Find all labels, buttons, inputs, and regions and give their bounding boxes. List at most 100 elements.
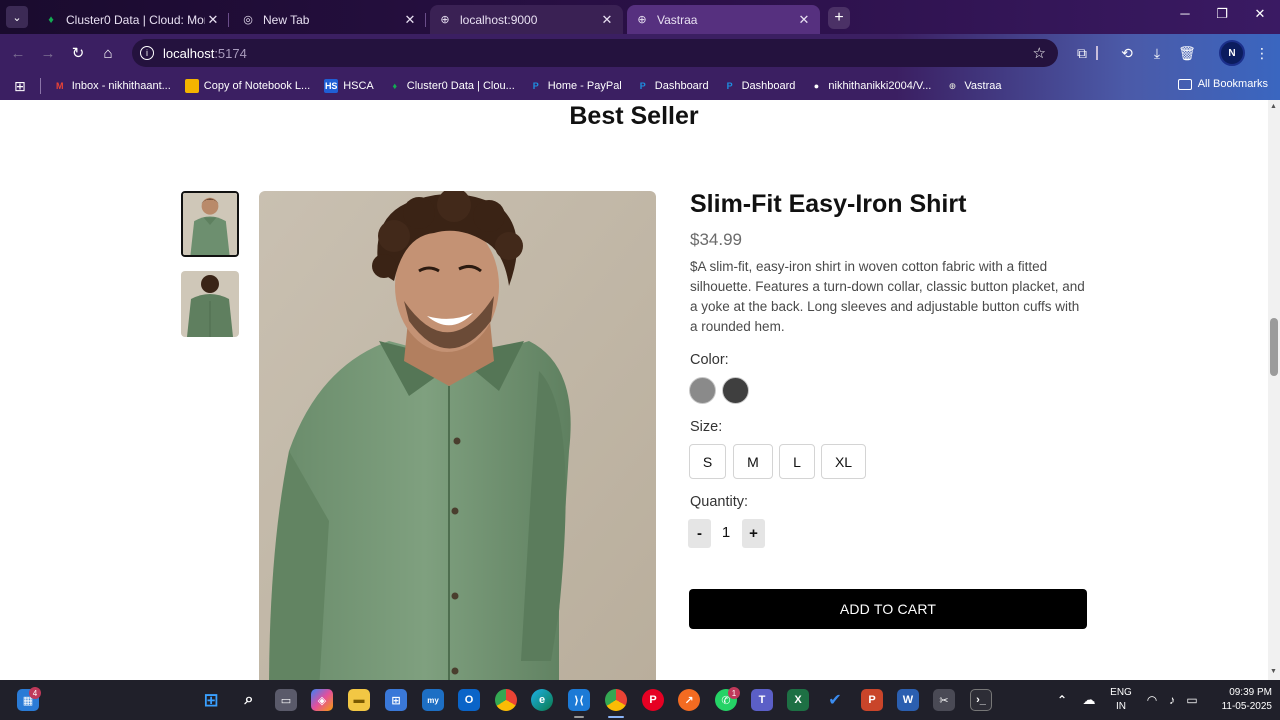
language-code: ENG <box>1110 687 1132 698</box>
paypal-icon: P <box>532 81 539 91</box>
tab-vastraa[interactable]: ⊕ Vastraa ✕ <box>627 5 820 34</box>
chrome-icon[interactable] <box>495 689 517 711</box>
outlook-icon[interactable]: O <box>458 689 480 711</box>
trash-icon[interactable]: 🗑 <box>1177 43 1197 63</box>
history-icon[interactable]: ⟲ <box>1117 43 1137 63</box>
mysql-icon[interactable]: my <box>422 689 444 711</box>
browser-toolbar: ← → ↻ ⌂ i localhost:5174 ☆ ⧉ ⟲ ⤓ 🗑 ⋮ <box>0 34 1280 72</box>
profile-avatar[interactable]: N <box>1219 40 1245 66</box>
tab-new-tab[interactable]: ◎ New Tab ✕ <box>233 5 426 34</box>
all-bookmarks-label: All Bookmarks <box>1197 78 1268 90</box>
product-name: Slim-Fit Easy-Iron Shirt <box>690 190 967 218</box>
quantity-decrease-button[interactable]: - <box>688 519 711 548</box>
forward-icon[interactable]: → <box>38 43 58 63</box>
toolbar-divider <box>1096 46 1098 60</box>
bookmark-vastraa[interactable]: ⊕ Vastraa <box>945 79 1002 93</box>
color-swatch-charcoal[interactable] <box>722 377 749 404</box>
color-swatch-gray[interactable] <box>689 377 716 404</box>
wifi-icon[interactable]: ◠ <box>1141 689 1163 711</box>
tab-search-button[interactable]: ⌄ <box>6 6 28 28</box>
scrollbar-thumb[interactable] <box>1270 318 1278 376</box>
minimize-icon[interactable]: ─ <box>1170 6 1200 21</box>
scroll-down-arrow-icon[interactable]: ▼ <box>1270 668 1277 675</box>
bookmark-star-icon[interactable]: ☆ <box>1033 44 1046 62</box>
edge-icon[interactable]: e <box>531 689 553 711</box>
bookmark-github[interactable]: ● nikhithanikki2004/V... <box>809 79 932 93</box>
size-button-xl[interactable]: XL <box>821 444 866 479</box>
home-icon[interactable]: ⌂ <box>98 43 118 63</box>
tab-localhost-9000[interactable]: ⊕ localhost:9000 ✕ <box>430 5 623 34</box>
chrome-icon: ◎ <box>243 14 253 26</box>
snipping-tool-icon[interactable]: ✂ <box>933 689 955 711</box>
powerpoint-icon[interactable]: P <box>861 689 883 711</box>
close-icon[interactable]: ✕ <box>402 12 418 28</box>
menu-icon[interactable]: ⋮ <box>1252 43 1272 63</box>
bookmark-label: Cluster0 Data | Clou... <box>406 80 515 92</box>
bookmark-mongodb[interactable]: ♦ Cluster0 Data | Clou... <box>388 79 515 93</box>
bookmark-notebook[interactable]: Copy of Notebook L... <box>184 79 310 93</box>
size-button-l[interactable]: L <box>779 444 815 479</box>
terminal-icon[interactable]: ›_ <box>970 689 992 711</box>
apps-grid-icon[interactable]: ⊞ <box>14 78 26 95</box>
word-icon[interactable]: W <box>897 689 919 711</box>
download-icon[interactable]: ⤓ <box>1147 43 1167 63</box>
search-icon[interactable]: ⌕ <box>238 689 260 711</box>
quantity-increase-button[interactable]: + <box>742 519 765 548</box>
product-thumbnail-back[interactable] <box>181 271 239 337</box>
task-view-icon[interactable]: ▭ <box>275 689 297 711</box>
bookmarks-bar: ⊞ M Inbox - nikhithaant... Copy of Notebo… <box>0 72 1280 100</box>
site-info-icon[interactable]: i <box>140 46 154 60</box>
close-icon[interactable]: ✕ <box>796 12 812 28</box>
extensions-icon[interactable]: ⧉ <box>1072 43 1092 63</box>
store-icon[interactable]: ⊞ <box>385 689 407 711</box>
leaf-icon: ♦ <box>48 13 54 26</box>
bookmark-dashboard-2[interactable]: P Dashboard <box>723 79 796 93</box>
bookmark-hsca[interactable]: HS HSCA <box>324 79 374 93</box>
battery-icon[interactable]: ▭ <box>1181 689 1203 711</box>
close-icon[interactable]: ✕ <box>205 12 221 28</box>
size-label: Size: <box>690 419 723 435</box>
chrome-profile-icon[interactable] <box>605 689 627 711</box>
copilot-icon[interactable]: ◈ <box>311 689 333 711</box>
clock-date: 11-05-2025 <box>1221 701 1272 712</box>
product-main-image <box>259 191 656 680</box>
todo-icon[interactable]: ✔ <box>824 689 846 711</box>
paypal-icon: P <box>639 81 646 91</box>
product-thumbnail-front[interactable] <box>181 191 239 257</box>
size-button-s[interactable]: S <box>689 444 726 479</box>
globe-icon: ⊕ <box>948 80 957 91</box>
file-explorer-icon[interactable]: ▬ <box>348 689 370 711</box>
add-to-cart-button[interactable]: ADD TO CART <box>689 589 1087 629</box>
all-bookmarks-button[interactable]: All Bookmarks <box>1177 78 1268 90</box>
new-tab-button[interactable]: + <box>828 7 850 29</box>
bookmark-paypal-home[interactable]: P Home - PayPal <box>529 79 622 93</box>
pinterest-icon[interactable]: P <box>642 689 664 711</box>
close-icon[interactable]: ✕ <box>599 12 615 28</box>
postman-icon[interactable]: ↗ <box>678 689 700 711</box>
close-window-icon[interactable]: ✕ <box>1245 6 1275 22</box>
bookmark-label: nikhithanikki2004/V... <box>828 80 932 92</box>
tab-mongodb[interactable]: ♦ Cluster0 Data | Cloud: MongoDB ✕ <box>36 5 229 34</box>
start-icon[interactable]: ⊞ <box>200 689 222 711</box>
tab-title: localhost:9000 <box>460 12 538 27</box>
back-icon[interactable]: ← <box>8 43 28 63</box>
quantity-value: 1 <box>721 524 731 541</box>
address-bar[interactable]: i localhost:5174 ☆ <box>132 39 1058 67</box>
teams-icon[interactable]: T <box>751 689 773 711</box>
section-title: Best Seller <box>569 102 699 130</box>
language-indicator[interactable]: ENG IN <box>1110 686 1132 714</box>
reload-icon[interactable]: ↻ <box>68 43 88 63</box>
bookmark-gmail[interactable]: M Inbox - nikhithaant... <box>53 79 171 93</box>
excel-icon[interactable]: X <box>787 689 809 711</box>
tray-overflow-icon[interactable]: ⌃ <box>1051 689 1073 711</box>
bookmark-dashboard-1[interactable]: P Dashboard <box>636 79 709 93</box>
page-scrollbar[interactable] <box>1268 100 1280 680</box>
size-button-m[interactable]: M <box>733 444 773 479</box>
onedrive-icon[interactable]: ☁ <box>1078 689 1100 711</box>
maximize-icon[interactable]: ❐ <box>1207 6 1237 22</box>
scroll-up-arrow-icon[interactable]: ▲ <box>1270 103 1277 110</box>
vscode-icon[interactable]: ⟩⟨ <box>568 689 590 711</box>
leaf-icon: ♦ <box>392 81 398 91</box>
system-clock[interactable]: 09:39 PM 11-05-2025 <box>1208 686 1272 714</box>
volume-icon[interactable]: ♪ <box>1161 689 1183 711</box>
